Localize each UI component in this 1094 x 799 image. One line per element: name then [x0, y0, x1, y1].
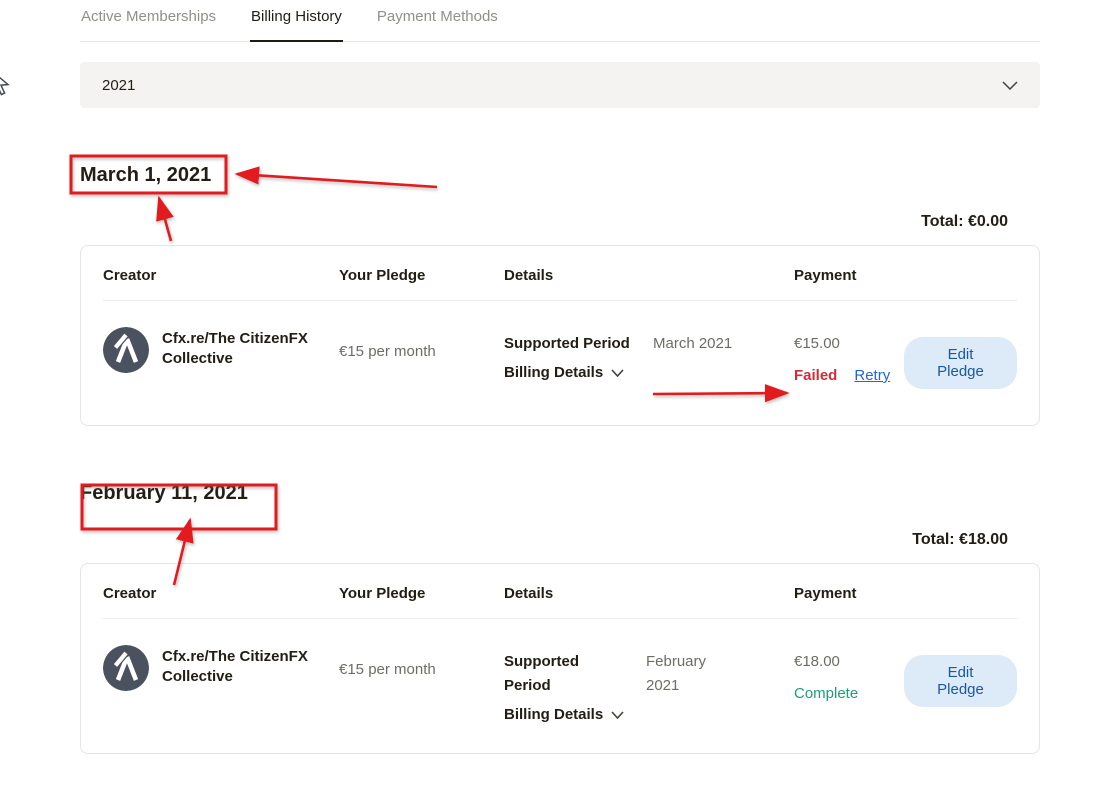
arrow-cursor-icon	[0, 70, 13, 98]
creator-cell: Cfx.re/The CitizenFX Collective	[103, 645, 339, 691]
billing-page: Active Memberships Billing History Payme…	[80, 0, 1040, 754]
column-header-creator: Creator	[103, 266, 339, 286]
button-cell: Edit Pledge	[904, 655, 1017, 707]
section-date-heading-march: March 1, 2021	[80, 161, 1040, 189]
column-header-payment: Payment	[794, 584, 904, 604]
creator-name[interactable]: Cfx.re/The CitizenFX Collective	[162, 647, 334, 687]
tab-billing-history[interactable]: Billing History	[250, 6, 343, 42]
payment-amount: €15.00	[794, 332, 904, 356]
chevron-down-icon	[611, 711, 624, 719]
creator-avatar[interactable]	[103, 327, 149, 373]
tab-payment-methods[interactable]: Payment Methods	[376, 6, 499, 41]
pledge-amount: €15 per month	[339, 340, 504, 364]
details-cell: Supported Period February 2021 Billing D…	[504, 650, 794, 723]
supported-period-label: Supported Period	[504, 650, 646, 698]
payment-cell: €18.00 Complete	[794, 650, 904, 706]
edit-pledge-button[interactable]: Edit Pledge	[904, 655, 1017, 707]
creator-cell: Cfx.re/The CitizenFX Collective	[103, 327, 339, 373]
payment-status-failed: Failed	[794, 364, 837, 388]
billing-details-label: Billing Details	[504, 364, 603, 381]
column-header-payment: Payment	[794, 266, 904, 286]
column-header-details: Details	[504, 584, 794, 604]
billing-details-toggle[interactable]: Billing Details	[504, 706, 794, 723]
table-row: Cfx.re/The CitizenFX Collective €15 per …	[103, 301, 1017, 389]
billing-details-toggle[interactable]: Billing Details	[504, 364, 794, 381]
details-cell: Supported Period March 2021 Billing Deta…	[504, 332, 794, 381]
year-filter-value: 2021	[102, 77, 135, 94]
edit-pledge-button[interactable]: Edit Pledge	[904, 337, 1017, 389]
tab-bar: Active Memberships Billing History Payme…	[80, 0, 1040, 42]
year-filter-dropdown[interactable]: 2021	[80, 62, 1040, 108]
section-total-february: Total: €18.00	[80, 531, 1040, 549]
pledge-amount: €15 per month	[339, 658, 504, 682]
chevron-down-icon	[1002, 81, 1018, 90]
payment-amount: €18.00	[794, 650, 904, 674]
column-header-your-pledge: Your Pledge	[339, 584, 504, 604]
billing-table-march: Creator Your Pledge Details Payment Cfx.…	[80, 245, 1040, 426]
supported-period-value: March 2021	[653, 332, 732, 356]
button-cell: Edit Pledge	[904, 337, 1017, 389]
creator-name[interactable]: Cfx.re/The CitizenFX Collective	[162, 329, 334, 369]
column-header-spacer	[904, 266, 1017, 286]
table-header-row: Creator Your Pledge Details Payment	[103, 266, 1017, 301]
payment-status-complete: Complete	[794, 682, 904, 706]
column-header-details: Details	[504, 266, 794, 286]
payment-cell: €15.00 Failed Retry	[794, 332, 904, 388]
supported-period-value: February 2021	[646, 650, 724, 698]
creator-avatar[interactable]	[103, 645, 149, 691]
chevron-down-icon	[611, 369, 624, 377]
column-header-creator: Creator	[103, 584, 339, 604]
supported-period-label: Supported Period	[504, 332, 653, 356]
section-date-heading-february: February 11, 2021	[80, 479, 1040, 507]
retry-link[interactable]: Retry	[854, 364, 890, 388]
column-header-your-pledge: Your Pledge	[339, 266, 504, 286]
table-header-row: Creator Your Pledge Details Payment	[103, 584, 1017, 619]
tab-active-memberships[interactable]: Active Memberships	[80, 6, 217, 41]
column-header-spacer	[904, 584, 1017, 604]
billing-details-label: Billing Details	[504, 706, 603, 723]
table-row: Cfx.re/The CitizenFX Collective €15 per …	[103, 619, 1017, 723]
section-total-march: Total: €0.00	[80, 213, 1040, 231]
billing-table-february: Creator Your Pledge Details Payment Cfx.…	[80, 563, 1040, 754]
